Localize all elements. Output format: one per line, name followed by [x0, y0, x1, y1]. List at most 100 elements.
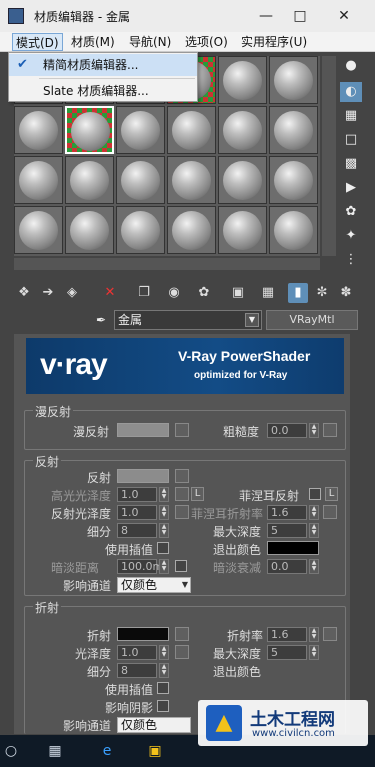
menu-mode[interactable]: 模式(D)	[12, 33, 63, 51]
ior-map-button[interactable]	[323, 627, 337, 641]
refr-use-interp-checkbox[interactable]	[157, 682, 169, 694]
reset-icon[interactable]: ✕	[100, 283, 120, 303]
sample-type-icon[interactable]: ●	[340, 56, 362, 76]
make-unique-icon[interactable]: ◉	[164, 283, 184, 303]
refl-gloss-spinner[interactable]: ▲ ▼	[159, 505, 169, 520]
sample-slots-hscrollbar[interactable]	[14, 258, 320, 270]
refr-gloss-input[interactable]: 1.0	[117, 645, 157, 660]
get-material-icon[interactable]: ❖	[14, 283, 34, 303]
diffuse-map-button[interactable]	[175, 423, 189, 437]
refr-max-depth-input[interactable]: 5	[267, 645, 307, 660]
material-type-button[interactable]: VRayMtl	[266, 310, 358, 330]
material-sample-slot[interactable]	[14, 206, 63, 254]
show-shaded-icon[interactable]: ▦	[258, 283, 278, 303]
hilight-gloss-input[interactable]: 1.0	[117, 487, 157, 502]
material-name-field[interactable]: 金属 ▼	[114, 310, 262, 330]
maximize-icon[interactable]: □	[286, 4, 314, 28]
backlight-icon[interactable]: ◐	[340, 82, 362, 102]
lock-button[interactable]: L	[191, 487, 204, 501]
pick-material-icon[interactable]: ✒	[92, 311, 110, 329]
show-end-result-icon[interactable]: ▮	[288, 283, 308, 303]
hilight-gloss-spinner[interactable]: ▲ ▼	[159, 487, 169, 502]
video-color-check-icon[interactable]: ▩	[340, 154, 362, 174]
max-depth-spinner[interactable]: ▲ ▼	[309, 523, 319, 538]
material-sample-slot[interactable]	[65, 106, 114, 154]
material-sample-slot[interactable]	[167, 206, 216, 254]
dim-distance-checkbox[interactable]	[175, 560, 187, 572]
edge-browser-icon[interactable]: e	[96, 741, 118, 761]
fresnel-ior-spinner[interactable]: ▲ ▼	[309, 505, 319, 520]
material-sample-slot[interactable]	[65, 156, 114, 204]
roughness-map-button[interactable]	[323, 423, 337, 437]
uv-tiling-icon[interactable]: □	[340, 130, 362, 150]
make-preview-icon[interactable]: ▶	[340, 178, 362, 198]
material-sample-slot[interactable]	[116, 106, 165, 154]
menu-material[interactable]: 材质(M)	[68, 33, 118, 51]
refl-gloss-input[interactable]: 1.0	[117, 505, 157, 520]
refr-gloss-spinner[interactable]: ▲ ▼	[159, 645, 169, 660]
refr-subdivs-input[interactable]: 8	[117, 663, 157, 678]
ior-input[interactable]: 1.6	[267, 627, 307, 642]
menu-item-compact-editor[interactable]: ✔ 精简材质编辑器...	[9, 54, 197, 76]
close-icon[interactable]: ✕	[330, 4, 358, 28]
material-sample-slot[interactable]	[218, 156, 267, 204]
material-sample-slot[interactable]	[116, 206, 165, 254]
dim-falloff-input[interactable]: 0.0	[267, 559, 307, 574]
reflect-color-swatch[interactable]	[117, 469, 169, 483]
ior-spinner[interactable]: ▲ ▼	[309, 627, 319, 642]
sample-slots-vscrollbar[interactable]	[322, 56, 336, 256]
fresnel-lock-button[interactable]: L	[325, 487, 338, 501]
refr-max-depth-spinner[interactable]: ▲ ▼	[309, 645, 319, 660]
put-to-scene-icon[interactable]: ➔	[38, 283, 58, 303]
reflect-map-button[interactable]	[175, 469, 189, 483]
menu-utilities[interactable]: 实用程序(U)	[238, 33, 310, 51]
menu-item-slate-editor[interactable]: Slate 材质编辑器...	[9, 80, 197, 102]
menu-navigation[interactable]: 导航(N)	[126, 33, 174, 51]
material-sample-slot[interactable]	[269, 156, 318, 204]
menu-options[interactable]: 选项(O)	[182, 33, 231, 51]
material-sample-slot[interactable]	[269, 56, 318, 104]
exit-color-swatch[interactable]	[267, 541, 319, 555]
fresnel-ior-input[interactable]: 1.6	[267, 505, 307, 520]
minimize-icon[interactable]: —	[252, 4, 280, 28]
fresnel-checkbox[interactable]	[309, 488, 321, 500]
roughness-spinner[interactable]: ▲ ▼	[309, 423, 319, 438]
subdivs-spinner[interactable]: ▲ ▼	[159, 523, 169, 538]
background-icon[interactable]: ▦	[340, 106, 362, 126]
refract-map-button[interactable]	[175, 627, 189, 641]
material-id-channel-icon[interactable]: ▣	[228, 283, 248, 303]
refr-subdivs-spinner[interactable]: ▲ ▼	[159, 663, 169, 678]
material-navigator-icon[interactable]: ⋮	[340, 250, 362, 270]
go-forward-sibling-icon[interactable]: ✽	[336, 283, 356, 303]
material-sample-slot[interactable]	[218, 56, 267, 104]
dim-falloff-spinner[interactable]: ▲ ▼	[309, 559, 319, 574]
subdivs-input[interactable]: 8	[117, 523, 157, 538]
material-sample-slot[interactable]	[269, 106, 318, 154]
cortana-icon[interactable]: ○	[0, 741, 22, 761]
dim-distance-spinner[interactable]: ▲ ▼	[159, 559, 169, 574]
material-sample-slot[interactable]	[14, 156, 63, 204]
material-sample-slot[interactable]	[14, 106, 63, 154]
dim-distance-input[interactable]: 100.0m	[117, 559, 163, 574]
material-sample-slot[interactable]	[116, 156, 165, 204]
diffuse-color-swatch[interactable]	[117, 423, 169, 437]
task-view-icon[interactable]: ▦	[44, 741, 66, 761]
put-to-library-icon[interactable]: ✿	[194, 283, 214, 303]
refr-affect-channels-select[interactable]: 仅颜色	[117, 717, 191, 733]
material-sample-slot[interactable]	[269, 206, 318, 254]
material-sample-slot[interactable]	[167, 156, 216, 204]
copy-material-icon[interactable]: ❐	[134, 283, 154, 303]
material-sample-slot[interactable]	[218, 206, 267, 254]
refr-gloss-map-button[interactable]	[175, 645, 189, 659]
material-sample-slot[interactable]	[65, 206, 114, 254]
chevron-down-icon[interactable]: ▼	[245, 313, 259, 327]
affect-shadows-checkbox[interactable]	[157, 700, 169, 712]
file-explorer-icon[interactable]: ▣	[144, 741, 166, 761]
go-to-parent-icon[interactable]: ✼	[312, 283, 332, 303]
fresnel-ior-map-button[interactable]	[323, 505, 337, 519]
assign-to-selection-icon[interactable]: ◈	[62, 283, 82, 303]
use-interp-checkbox[interactable]	[157, 542, 169, 554]
affect-channels-select[interactable]: 仅颜色 ▼	[117, 577, 191, 593]
options-icon[interactable]: ✿	[340, 202, 362, 222]
refract-color-swatch[interactable]	[117, 627, 169, 641]
